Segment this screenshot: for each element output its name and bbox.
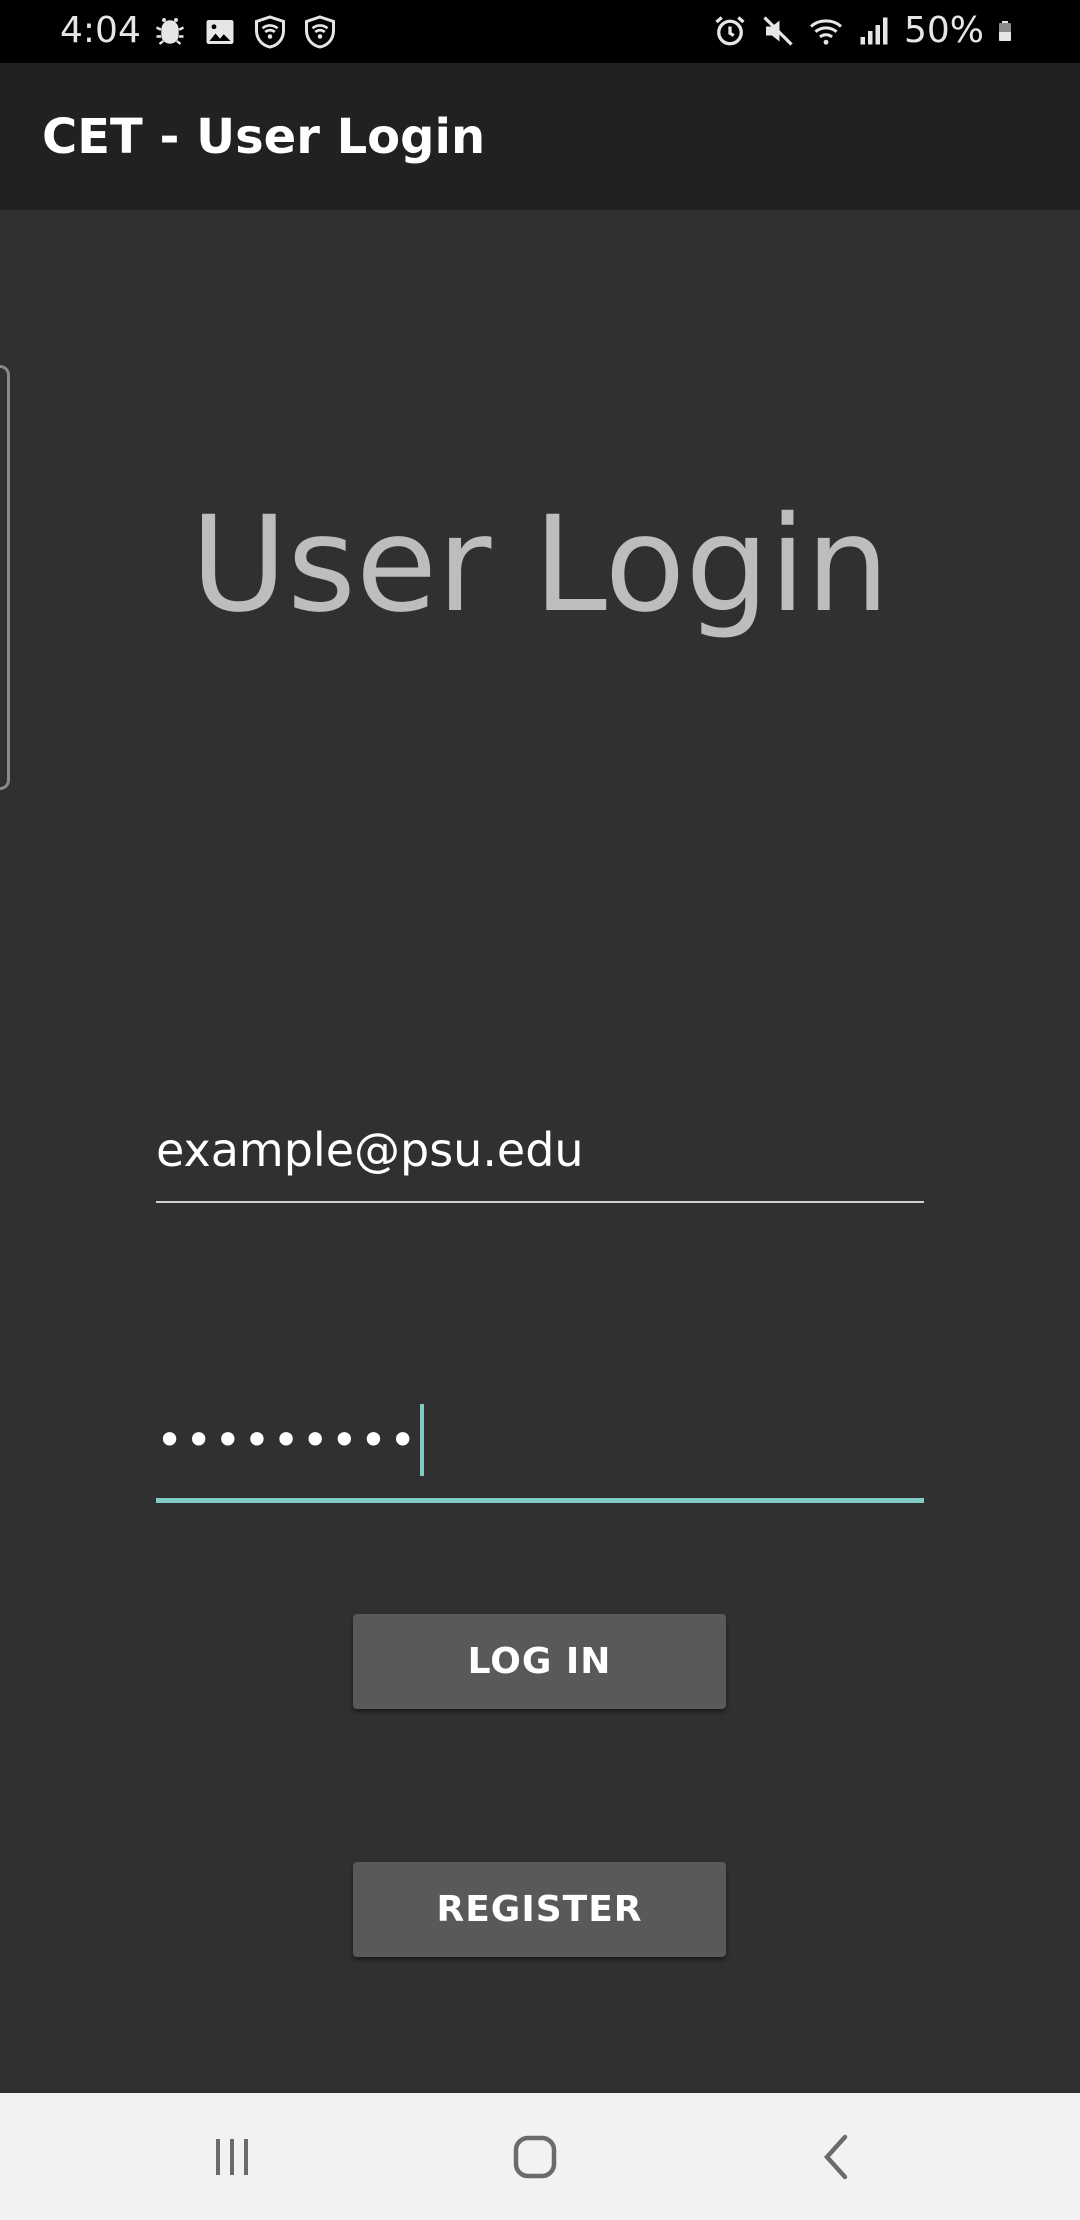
register-button[interactable]: REGISTER: [353, 1862, 726, 1957]
battery-percent: 50%: [903, 10, 984, 51]
recents-icon: [216, 2139, 248, 2175]
password-input[interactable]: •••••••••: [156, 1400, 924, 1480]
signal-icon: [860, 17, 888, 45]
home-button[interactable]: [503, 2125, 567, 2189]
battery-icon: [999, 21, 1011, 41]
password-underline: [156, 1498, 924, 1503]
login-screen: User Login ••••••••• LOG IN REGISTER: [0, 210, 1080, 2093]
page-title: User Login: [190, 488, 890, 642]
recents-button[interactable]: [200, 2125, 264, 2189]
status-time: 4:04: [60, 10, 141, 51]
back-icon: [823, 2134, 848, 2180]
bug-icon: [155, 18, 185, 45]
email-field[interactable]: [156, 1115, 924, 1203]
shield-wifi-icon: [305, 15, 335, 49]
back-button[interactable]: [805, 2125, 869, 2189]
wifi-icon: [809, 19, 842, 45]
status-right-icons: 50%: [712, 9, 1020, 53]
email-input[interactable]: [156, 1115, 924, 1185]
password-field[interactable]: •••••••••: [156, 1400, 924, 1503]
text-cursor: [420, 1404, 425, 1476]
navigation-bar: [0, 2093, 1080, 2220]
image-icon: [206, 20, 234, 44]
email-underline: [156, 1201, 924, 1203]
password-value: •••••••••: [156, 1413, 419, 1467]
alarm-icon: [715, 16, 745, 46]
shield-wifi-icon: [255, 15, 285, 49]
status-bar: 4:04 50%: [0, 0, 1080, 63]
app-title: CET - User Login: [42, 109, 486, 165]
mute-icon: [763, 16, 793, 46]
login-button[interactable]: LOG IN: [353, 1614, 726, 1709]
app-bar: CET - User Login: [0, 63, 1080, 210]
status-left-icons: [152, 14, 338, 50]
home-icon: [513, 2135, 557, 2179]
